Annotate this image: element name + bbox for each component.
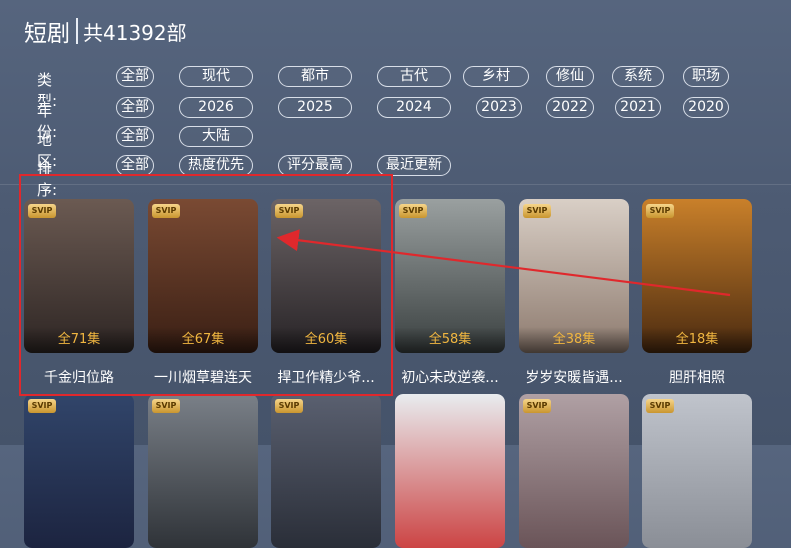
annotation-arrow xyxy=(276,229,731,297)
arrow-line xyxy=(276,229,731,297)
